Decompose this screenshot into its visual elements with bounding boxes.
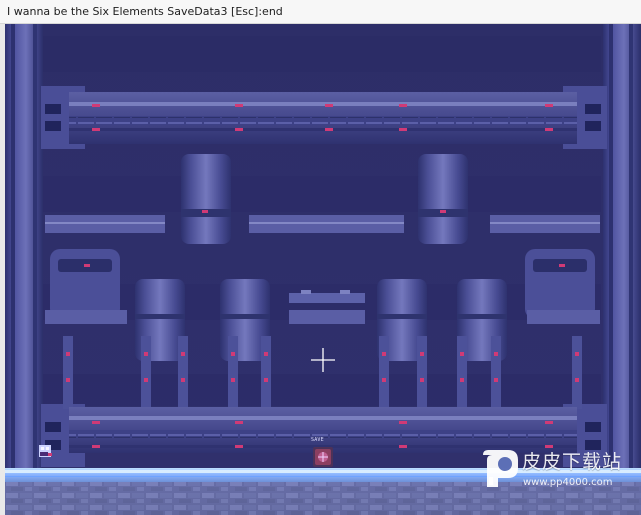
window-title: I wanna be the Six Elements SaveData3 [E…: [7, 5, 283, 18]
player-character-icon[interactable]: [39, 445, 52, 457]
floor: [5, 468, 641, 515]
bottom-beam: [69, 407, 577, 453]
mid-platforms: [45, 215, 600, 233]
save-point-label: SAVE: [311, 437, 324, 443]
top-beam: [69, 92, 577, 144]
game-window: I wanna be the Six Elements SaveData3 [E…: [0, 0, 641, 515]
window-frame: SAVE 皮皮下载站 www.pp4000.com: [0, 24, 641, 515]
window-titlebar: I wanna be the Six Elements SaveData3 [E…: [0, 0, 641, 24]
game-viewport[interactable]: SAVE 皮皮下载站 www.pp4000.com: [5, 24, 641, 515]
save-point-icon[interactable]: [313, 447, 333, 467]
